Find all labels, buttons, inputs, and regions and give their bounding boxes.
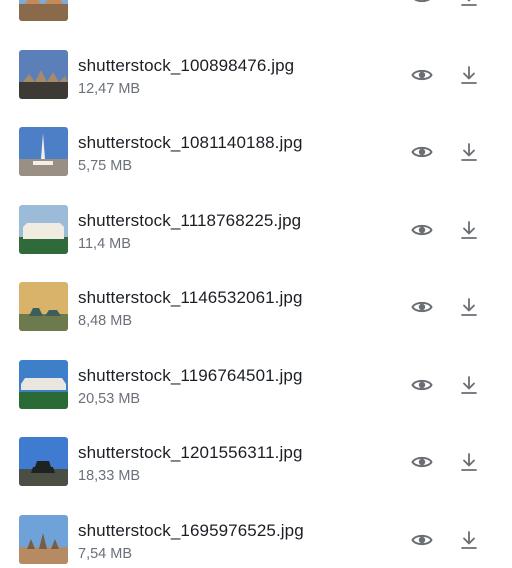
file-size: 11,4 MB — [78, 236, 131, 252]
file-name[interactable]: shutterstock_1201556311.jpg — [78, 443, 303, 463]
file-thumbnail[interactable] — [19, 515, 68, 564]
eye-icon[interactable] — [409, 372, 435, 398]
file-thumbnail[interactable] — [19, 205, 68, 254]
download-icon[interactable] — [456, 0, 482, 10]
file-row[interactable]: shutterstock_100898476.jpg 12,47 MB — [0, 26, 512, 104]
file-size: 7,54 MB — [78, 546, 132, 562]
eye-icon[interactable] — [409, 217, 435, 243]
download-icon[interactable] — [456, 62, 482, 88]
file-size: 5,75 MB — [78, 158, 132, 174]
download-icon[interactable] — [456, 372, 482, 398]
file-row[interactable]: shutterstock_1695976525.jpg 7,54 MB — [0, 491, 512, 568]
file-name[interactable]: shutterstock_1118768225.jpg — [78, 211, 301, 231]
file-name[interactable]: shutterstock_1146532061.jpg — [78, 288, 303, 308]
file-size: 8,48 MB — [78, 313, 132, 329]
file-row[interactable]: shutterstock_1146532061.jpg 8,48 MB — [0, 258, 512, 336]
file-size: 18,33 MB — [78, 468, 140, 484]
file-row[interactable]: shutterstock_1000000000.jpg — [0, 0, 512, 26]
file-size: 12,47 MB — [78, 81, 140, 97]
eye-icon[interactable] — [409, 527, 435, 553]
eye-icon[interactable] — [409, 449, 435, 475]
file-list: shutterstock_1000000000.jpgshutterstock_… — [0, 0, 512, 568]
download-icon[interactable] — [456, 527, 482, 553]
eye-icon[interactable] — [409, 62, 435, 88]
file-thumbnail[interactable] — [19, 360, 68, 409]
file-name[interactable]: shutterstock_100898476.jpg — [78, 56, 294, 76]
file-thumbnail[interactable] — [19, 282, 68, 331]
eye-icon[interactable] — [409, 0, 435, 10]
download-icon[interactable] — [456, 449, 482, 475]
file-row[interactable]: shutterstock_1118768225.jpg 11,4 MB — [0, 181, 512, 259]
file-name[interactable]: shutterstock_1196764501.jpg — [78, 366, 303, 386]
file-row[interactable]: shutterstock_1201556311.jpg 18,33 MB — [0, 413, 512, 491]
file-row[interactable]: shutterstock_1081140188.jpg 5,75 MB — [0, 103, 512, 181]
file-thumbnail[interactable] — [19, 0, 68, 21]
file-thumbnail[interactable] — [19, 127, 68, 176]
download-icon[interactable] — [456, 217, 482, 243]
file-thumbnail[interactable] — [19, 50, 68, 99]
file-name[interactable]: shutterstock_1081140188.jpg — [78, 133, 303, 153]
file-thumbnail[interactable] — [19, 437, 68, 486]
download-icon[interactable] — [456, 139, 482, 165]
file-name[interactable]: shutterstock_1695976525.jpg — [78, 521, 304, 541]
file-size: 20,53 MB — [78, 391, 140, 407]
download-icon[interactable] — [456, 294, 482, 320]
eye-icon[interactable] — [409, 294, 435, 320]
file-row[interactable]: shutterstock_1196764501.jpg 20,53 MB — [0, 336, 512, 414]
eye-icon[interactable] — [409, 139, 435, 165]
